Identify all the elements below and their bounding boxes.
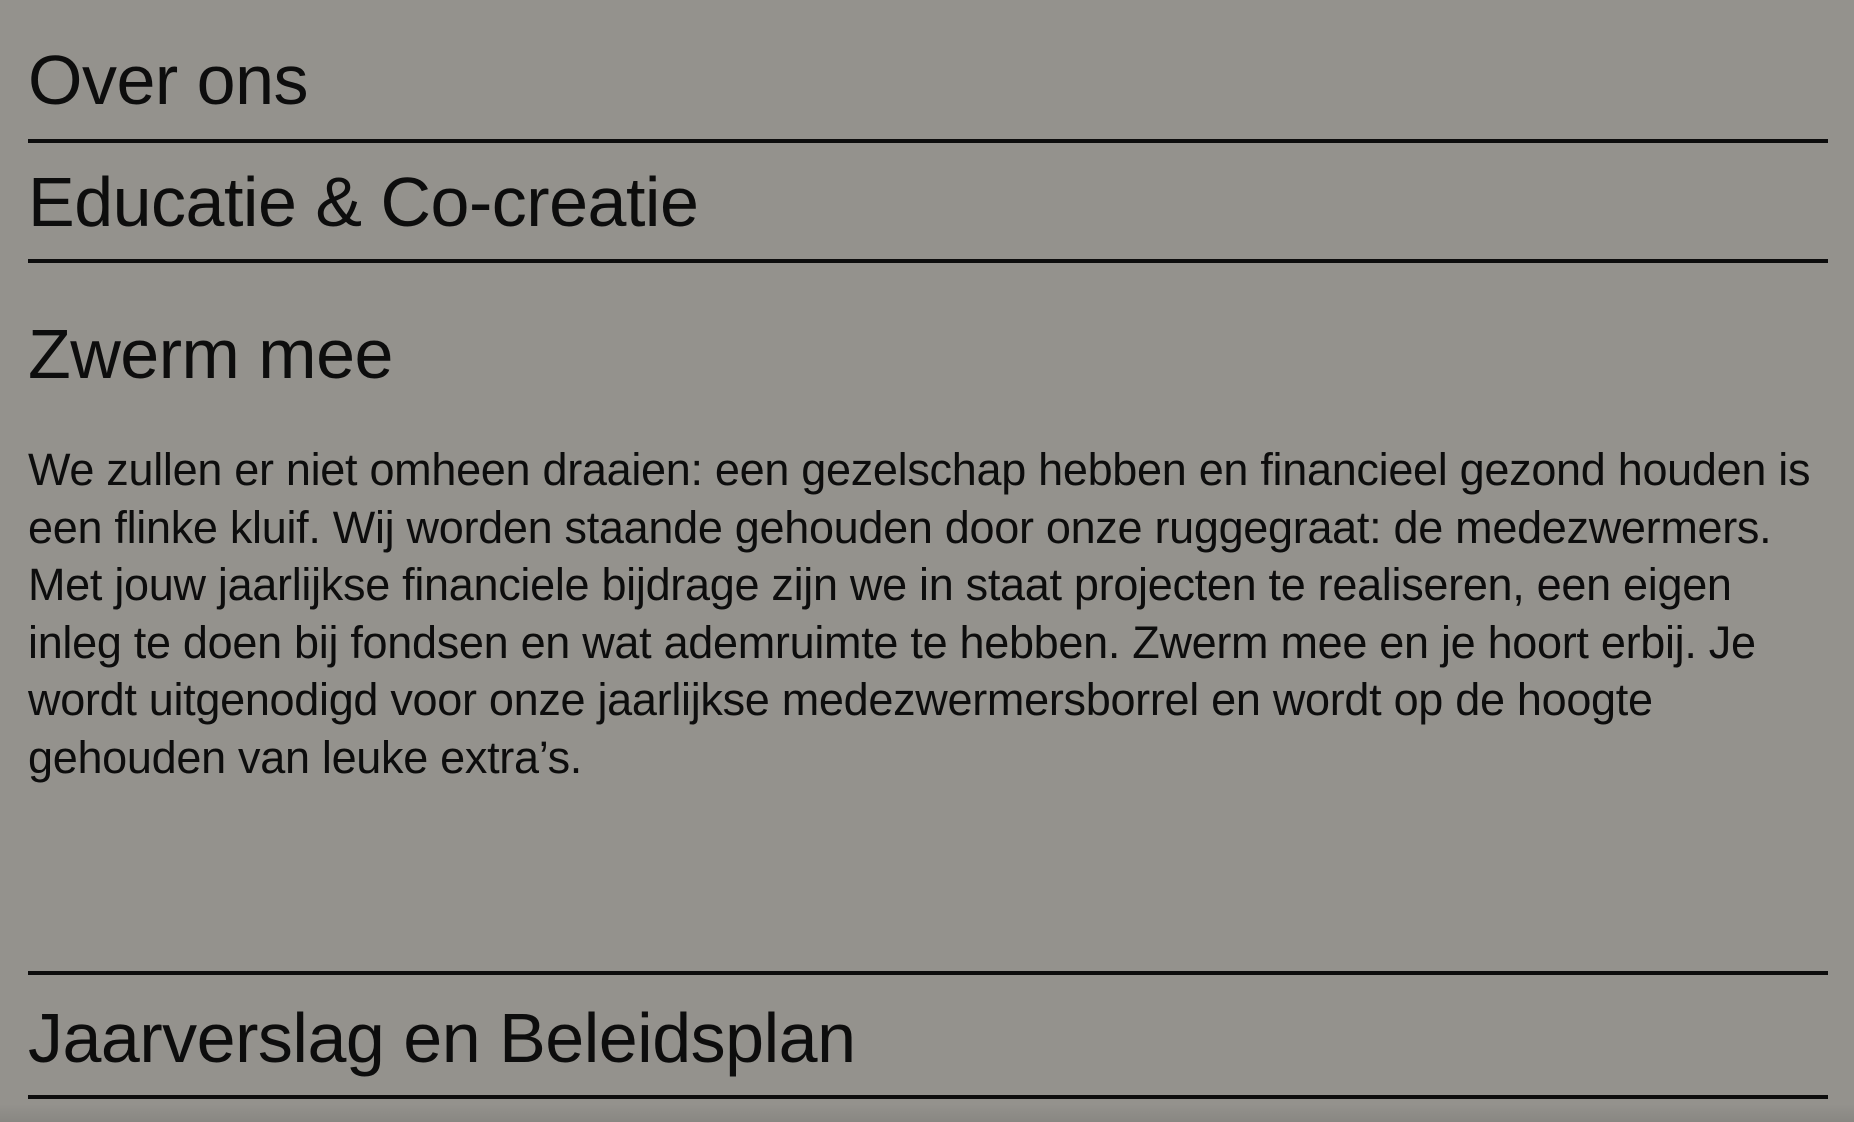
accordion-item-zwerm-mee[interactable]: Zwerm mee: [28, 263, 1828, 389]
section-body-text: We zullen er niet omheen draaien: een ge…: [28, 444, 1811, 783]
section-title-jaarverslag-beleidsplan: Jaarverslag en Beleidsplan: [28, 999, 856, 1077]
accordion: Over ons Educatie & Co-creatie Zwerm mee…: [28, 0, 1828, 1099]
accordion-panel-zwerm-mee: We zullen er niet omheen draaien: een ge…: [28, 383, 1828, 975]
section-title-over-ons: Over ons: [28, 41, 309, 119]
accordion-item-jaarverslag-beleidsplan[interactable]: Jaarverslag en Beleidsplan: [28, 975, 1828, 1099]
bottom-shade: [0, 1104, 1854, 1122]
accordion-item-over-ons[interactable]: Over ons: [28, 0, 1828, 143]
accordion-item-educatie-co-creatie[interactable]: Educatie & Co-creatie: [28, 143, 1828, 263]
section-title-educatie-co-creatie: Educatie & Co-creatie: [28, 163, 699, 241]
section-title-zwerm-mee: Zwerm mee: [28, 315, 393, 393]
